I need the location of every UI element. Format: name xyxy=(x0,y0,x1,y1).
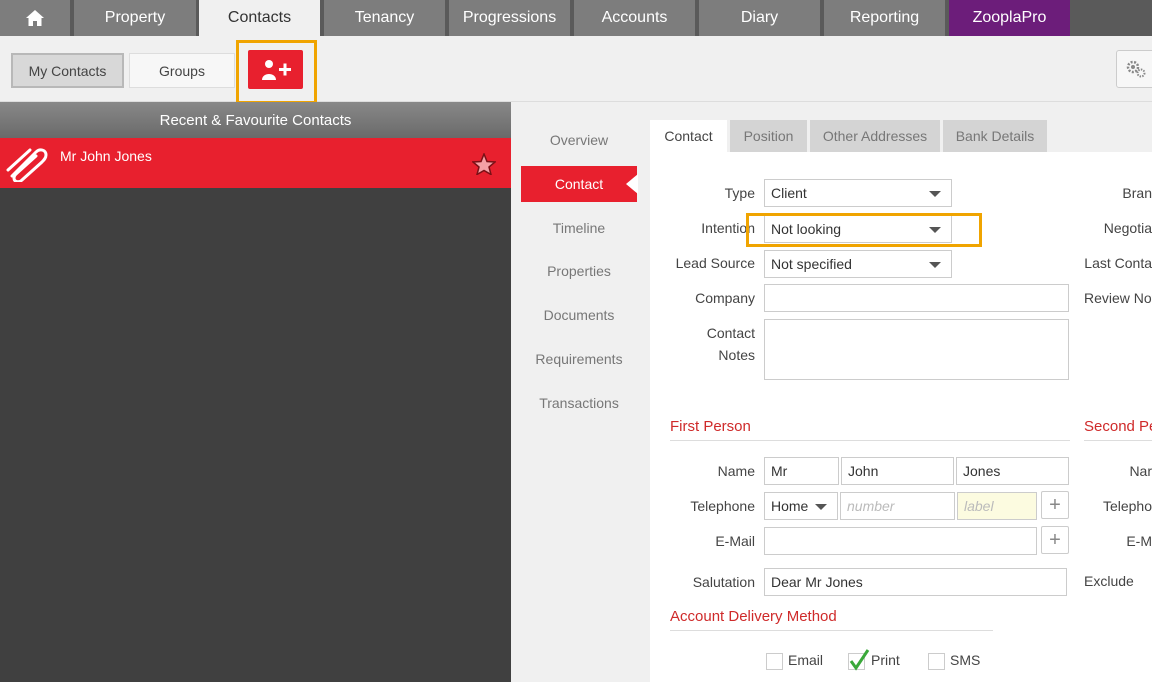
gears-icon xyxy=(1126,60,1146,78)
nav-contact[interactable]: Contact xyxy=(521,166,638,202)
lead-source-value: Not specified xyxy=(771,256,852,272)
print-option-label: Print xyxy=(871,652,900,668)
nav-overview[interactable]: Overview xyxy=(521,122,637,158)
tab-tenancy[interactable]: Tenancy xyxy=(324,0,447,36)
type-value: Client xyxy=(771,185,807,201)
contact-name: Mr John Jones xyxy=(60,148,152,164)
nav-documents[interactable]: Documents xyxy=(521,297,637,333)
tab-other-addresses[interactable]: Other Addresses xyxy=(810,120,940,152)
tab-diary[interactable]: Diary xyxy=(699,0,822,36)
contact-section-nav: Overview Contact Timeline Properties Doc… xyxy=(511,102,638,682)
email-input[interactable] xyxy=(764,527,1037,555)
checkmark-icon xyxy=(849,649,870,671)
intention-highlight xyxy=(746,213,982,247)
tab-progressions[interactable]: Progressions xyxy=(449,0,572,36)
groups-button[interactable]: Groups xyxy=(129,53,235,88)
print-checkbox[interactable] xyxy=(848,649,870,671)
my-contacts-button[interactable]: My Contacts xyxy=(11,53,124,88)
second-email-label: E-M xyxy=(1126,533,1152,549)
tab-property[interactable]: Property xyxy=(74,0,198,36)
tab-accounts[interactable]: Accounts xyxy=(574,0,697,36)
tab-contact-details[interactable]: Contact xyxy=(650,120,727,152)
top-navigation: Property Contacts Tenancy Progressions A… xyxy=(0,0,1152,36)
nav-timeline[interactable]: Timeline xyxy=(521,210,637,246)
favourite-star-icon[interactable] xyxy=(472,153,496,175)
first-person-divider xyxy=(670,440,1070,441)
first-name-input[interactable]: John xyxy=(841,457,954,485)
home-icon xyxy=(26,10,44,26)
paperclip-icon xyxy=(6,148,48,182)
telephone-number-input[interactable]: number xyxy=(840,492,955,520)
email-checkbox[interactable] xyxy=(766,653,783,670)
telephone-type-select[interactable]: Home xyxy=(764,492,838,520)
telephone-label-input[interactable]: label xyxy=(957,492,1037,520)
email-option-label: Email xyxy=(788,652,824,668)
contact-notes-textarea[interactable] xyxy=(764,319,1069,380)
home-tab[interactable] xyxy=(0,0,72,36)
second-person-heading: Second Pe xyxy=(1084,418,1152,435)
add-contact-highlight xyxy=(236,40,317,104)
telephone-label: Telephone xyxy=(690,498,755,514)
intention-label: Intention xyxy=(701,220,755,236)
contact-notes-label-2: Notes xyxy=(718,347,755,363)
add-email-button[interactable]: + xyxy=(1041,526,1069,554)
type-label: Type xyxy=(724,185,755,201)
first-person-heading: First Person xyxy=(670,418,751,435)
sms-checkbox[interactable] xyxy=(928,653,945,670)
company-input[interactable] xyxy=(764,284,1069,312)
branch-label: Bran xyxy=(1122,185,1152,201)
plus-icon: + xyxy=(1049,528,1061,551)
company-label: Company xyxy=(695,290,755,306)
email-label: E-Mail xyxy=(715,533,755,549)
tab-reporting[interactable]: Reporting xyxy=(824,0,947,36)
title-input[interactable]: Mr xyxy=(764,457,839,485)
second-telephone-label: Telepho xyxy=(1102,498,1152,514)
second-name-label: Nar xyxy=(1129,463,1152,479)
contact-row[interactable]: Mr John Jones xyxy=(0,138,511,188)
tab-bank-details[interactable]: Bank Details xyxy=(943,120,1047,152)
salutation-input[interactable]: Dear Mr Jones xyxy=(764,568,1067,596)
telephone-type-value: Home xyxy=(771,498,809,514)
lead-source-label: Lead Source xyxy=(675,255,755,271)
delivery-method-heading: Account Delivery Method xyxy=(670,608,837,625)
review-notes-label: Review Not xyxy=(1084,290,1152,306)
last-contact-label: Last Conta xyxy=(1084,255,1152,271)
delivery-method-divider xyxy=(670,630,993,631)
nav-properties[interactable]: Properties xyxy=(521,253,637,289)
recent-contacts-header: Recent & Favourite Contacts xyxy=(0,102,511,138)
contacts-toolbar: My Contacts Groups xyxy=(0,36,1152,102)
negotiator-label: Negotia xyxy=(1103,220,1152,236)
add-telephone-button[interactable]: + xyxy=(1041,491,1069,519)
telephone-label-placeholder: label xyxy=(964,498,994,514)
contact-notes-label-1: Contact xyxy=(706,325,755,341)
tab-zooplapro[interactable]: ZooplaPro xyxy=(949,0,1072,36)
nav-requirements[interactable]: Requirements xyxy=(521,341,637,377)
nav-transactions[interactable]: Transactions xyxy=(521,385,637,421)
sms-option-label: SMS xyxy=(950,652,981,668)
settings-button[interactable] xyxy=(1116,50,1152,88)
plus-icon: + xyxy=(1049,493,1061,516)
last-name-input[interactable]: Jones xyxy=(956,457,1069,485)
name-label: Name xyxy=(717,463,755,479)
tab-position[interactable]: Position xyxy=(730,120,807,152)
salutation-label: Salutation xyxy=(692,574,755,590)
recent-contacts-panel: Recent & Favourite Contacts Mr John Jone… xyxy=(0,102,511,682)
lead-source-select[interactable]: Not specified xyxy=(764,250,952,278)
second-exclude-label: Exclude xyxy=(1084,573,1134,589)
telephone-number-placeholder: number xyxy=(847,498,895,514)
type-select[interactable]: Client xyxy=(764,179,952,207)
second-person-divider xyxy=(1084,440,1152,441)
tab-contacts[interactable]: Contacts xyxy=(199,0,322,36)
